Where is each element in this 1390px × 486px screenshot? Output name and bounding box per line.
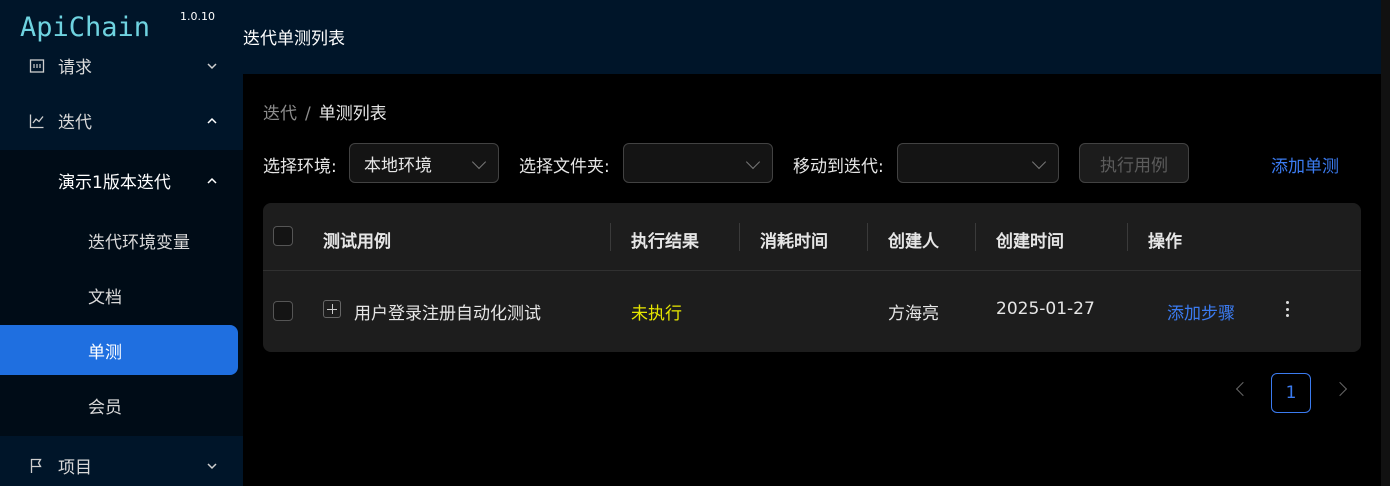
sidebar-item-unit-tests[interactable]: 单测 xyxy=(0,325,238,375)
column-header: 消耗时间 xyxy=(760,232,828,252)
column-header: 执行结果 xyxy=(631,232,699,252)
column-divider xyxy=(1127,223,1128,251)
column-header: 创建人 xyxy=(888,232,939,252)
sidebar-item-label: 迭代 xyxy=(58,113,92,133)
column-divider xyxy=(867,223,868,251)
breadcrumb: 迭代 / 单测列表 xyxy=(263,99,387,124)
top-header: 迭代单测列表 xyxy=(243,0,1381,74)
creator-cell: 方海亮 xyxy=(888,304,939,324)
sidebar: ApiChain 1.0.10 请求 迭代 演示1版本迭代 迭代环境变量 文档 … xyxy=(0,0,243,486)
table-row[interactable]: 用户登录注册自动化测试 未执行 方海亮 2025-01-27 添加步骤 xyxy=(263,271,1361,352)
chevron-down-icon xyxy=(1031,154,1047,170)
sidebar-item-label: 请求 xyxy=(58,58,92,78)
app-version: 1.0.10 xyxy=(180,10,215,23)
table-header: 测试用例 执行结果 消耗时间 创建人 创建时间 操作 xyxy=(263,203,1361,271)
sidebar-item-iteration-demo[interactable]: 演示1版本迭代 xyxy=(0,153,243,208)
sidebar-item-env-vars[interactable]: 迭代环境变量 xyxy=(0,215,243,265)
chevron-down-icon xyxy=(207,62,217,69)
scrollbar[interactable] xyxy=(1381,0,1390,486)
select-all-checkbox[interactable] xyxy=(273,226,293,246)
sidebar-item-label: 演示1版本迭代 xyxy=(58,173,171,193)
breadcrumb-current: 单测列表 xyxy=(318,104,387,124)
sidebar-item-request[interactable]: 请求 xyxy=(0,38,243,93)
sidebar-item-project[interactable]: 项目 xyxy=(0,438,243,486)
expand-row-icon[interactable] xyxy=(323,300,341,318)
add-step-link[interactable]: 添加步骤 xyxy=(1167,299,1235,324)
env-select-label: 选择环境: xyxy=(263,157,337,177)
move-select-label: 移动到迭代: xyxy=(793,157,884,177)
page-title: 迭代单测列表 xyxy=(243,29,345,49)
chevron-up-icon xyxy=(207,177,217,184)
main-content: 迭代 / 单测列表 选择环境: 本地环境 选择文件夹: 移动到迭代: 执行用例 添加… xyxy=(243,74,1381,486)
chevron-down-icon xyxy=(745,154,761,170)
breadcrumb-parent[interactable]: 迭代 xyxy=(263,104,297,124)
unit-test-table: 测试用例 执行结果 消耗时间 创建人 创建时间 操作 用户登录注册自动化测试 未… xyxy=(263,203,1361,352)
breadcrumb-separator: / xyxy=(305,104,311,124)
env-select[interactable]: 本地环境 xyxy=(349,143,499,183)
column-header: 操作 xyxy=(1148,232,1182,252)
column-divider xyxy=(610,223,611,251)
line-chart-icon xyxy=(28,112,46,130)
move-iteration-select[interactable] xyxy=(897,143,1059,183)
page-number-current[interactable]: 1 xyxy=(1271,373,1311,413)
chevron-down-icon xyxy=(471,154,487,170)
env-select-value: 本地环境 xyxy=(364,155,432,176)
sidebar-item-label: 会员 xyxy=(88,397,122,418)
chevron-down-icon xyxy=(207,462,217,469)
chevron-up-icon xyxy=(207,117,217,124)
flag-icon xyxy=(28,457,46,475)
request-icon xyxy=(28,57,46,75)
test-case-name: 用户登录注册自动化测试 xyxy=(354,304,541,324)
prev-page-icon[interactable] xyxy=(1235,381,1251,397)
column-header: 创建时间 xyxy=(996,232,1064,252)
status-badge: 未执行 xyxy=(631,304,682,324)
sidebar-item-label: 单测 xyxy=(88,342,122,363)
folder-select-label: 选择文件夹: xyxy=(519,157,610,177)
sidebar-item-docs[interactable]: 文档 xyxy=(0,270,243,320)
more-options-icon[interactable] xyxy=(1283,301,1291,321)
next-page-icon[interactable] xyxy=(1332,381,1348,397)
sidebar-item-label: 迭代环境变量 xyxy=(88,232,190,253)
column-header: 测试用例 xyxy=(323,232,391,252)
run-cases-button[interactable]: 执行用例 xyxy=(1079,143,1189,183)
sidebar-item-iteration[interactable]: 迭代 xyxy=(0,93,243,148)
column-divider xyxy=(739,223,740,251)
row-checkbox[interactable] xyxy=(273,301,293,321)
add-unit-test-button[interactable]: 添加单测 xyxy=(1271,152,1339,177)
sidebar-item-members[interactable]: 会员 xyxy=(0,380,243,430)
sidebar-item-label: 文档 xyxy=(88,287,122,308)
sidebar-item-label: 项目 xyxy=(58,458,92,478)
created-date-cell: 2025-01-27 xyxy=(996,299,1095,319)
folder-select[interactable] xyxy=(623,143,773,183)
column-divider xyxy=(975,223,976,251)
